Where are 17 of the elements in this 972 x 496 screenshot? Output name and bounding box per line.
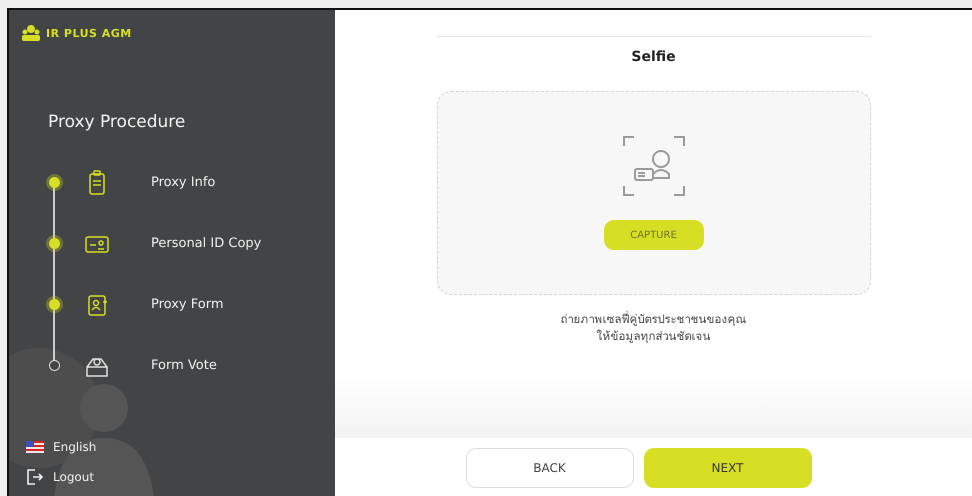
section-title: Selfie [436, 36, 870, 65]
step-link[interactable]: Form Vote [151, 358, 217, 373]
selfie-with-id-icon [622, 136, 684, 196]
people-logo-icon [21, 24, 41, 42]
next-button[interactable]: NEXT [644, 448, 812, 488]
logout-icon [26, 468, 44, 486]
back-button[interactable]: BACK [466, 448, 634, 488]
step-link[interactable]: Proxy Form [151, 297, 224, 312]
step-link[interactable]: Proxy Info [151, 175, 216, 190]
sidebar-heading: Proxy Procedure [48, 112, 186, 132]
us-flag-icon [26, 441, 44, 453]
instruction-text: ถ่ายภาพเซลฟี่คู่บัตรประชาชนของคุณ ให้ข้อมูลทุกส่วนชัดเจน [560, 311, 746, 346]
capture-button[interactable]: CAPTURE [604, 220, 704, 250]
language-selector[interactable]: English [53, 440, 96, 454]
step-link[interactable]: Personal ID Copy [151, 236, 262, 251]
logout-link[interactable]: Logout [53, 470, 94, 484]
app-logo: IR PLUS AGM [46, 26, 132, 40]
